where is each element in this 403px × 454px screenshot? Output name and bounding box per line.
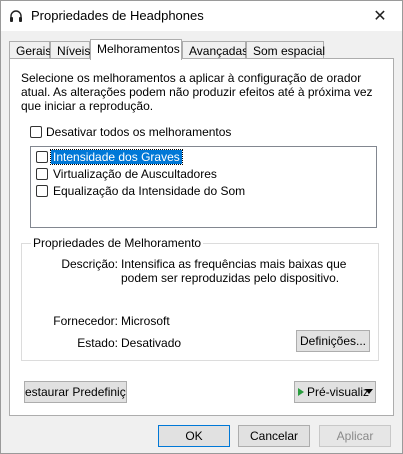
- close-button[interactable]: ✕: [358, 1, 402, 31]
- provider-value: Microsoft: [121, 314, 170, 328]
- enhancement-checkbox[interactable]: [36, 185, 48, 197]
- enhancement-checkbox[interactable]: [36, 151, 48, 163]
- restore-defaults-button[interactable]: estaurar Predefiniçõe: [24, 381, 127, 403]
- status-value: Desativado: [121, 336, 182, 350]
- tab-avancadas[interactable]: Avançadas: [182, 41, 248, 59]
- close-icon: ✕: [373, 8, 387, 25]
- description-value: Intensifica as frequências mais baixas q…: [121, 257, 347, 285]
- provider-label: Fornecedor:: [53, 314, 118, 328]
- group-title: Propriedades de Melhoramento: [31, 236, 204, 250]
- title-bar: Propriedades de Headphones ✕: [1, 1, 402, 31]
- tab-som-espacial[interactable]: Som espacial: [246, 41, 325, 59]
- tab-niveis[interactable]: Níveis: [50, 41, 90, 59]
- disable-all-label[interactable]: Desativar todos os melhoramentos: [46, 125, 231, 139]
- disable-all-checkbox[interactable]: [30, 126, 42, 138]
- enhancement-label[interactable]: Equalização da Intensidade do Som: [53, 184, 245, 198]
- list-item[interactable]: Intensidade dos Graves: [36, 149, 366, 165]
- settings-button[interactable]: Definições...: [296, 330, 370, 352]
- headphones-icon: [10, 10, 22, 22]
- play-icon: [298, 388, 304, 396]
- description-label: Descrição:: [61, 257, 118, 271]
- status-label: Estado:: [77, 336, 118, 350]
- enhancement-label[interactable]: Virtualização de Auscultadores: [53, 167, 217, 181]
- ok-button[interactable]: OK: [158, 425, 230, 447]
- preview-button[interactable]: Pré-visualiz: [294, 381, 376, 403]
- enhancements-list[interactable]: Intensidade dos Graves Virtualização de …: [30, 146, 377, 228]
- tab-melhoramentos[interactable]: Melhoramentos: [90, 39, 182, 60]
- enhancement-checkbox[interactable]: [36, 168, 48, 180]
- enhancement-label[interactable]: Intensidade dos Graves: [50, 149, 183, 165]
- window-title: Propriedades de Headphones: [31, 8, 204, 23]
- restore-defaults-label: estaurar Predefiniçõe: [25, 385, 126, 399]
- apply-button: Aplicar: [319, 425, 391, 447]
- tab-gerais[interactable]: Gerais: [9, 41, 51, 59]
- dropdown-arrow-icon[interactable]: [365, 389, 373, 394]
- properties-dialog: Propriedades de Headphones ✕ Gerais Níve…: [0, 0, 403, 454]
- preview-label: Pré-visualiz: [307, 385, 370, 399]
- cancel-button[interactable]: Cancelar: [238, 425, 310, 447]
- list-item[interactable]: Virtualização de Auscultadores: [36, 166, 366, 182]
- enhancements-description: Selecione os melhoramentos a aplicar à c…: [21, 71, 373, 113]
- list-item[interactable]: Equalização da Intensidade do Som: [36, 183, 366, 199]
